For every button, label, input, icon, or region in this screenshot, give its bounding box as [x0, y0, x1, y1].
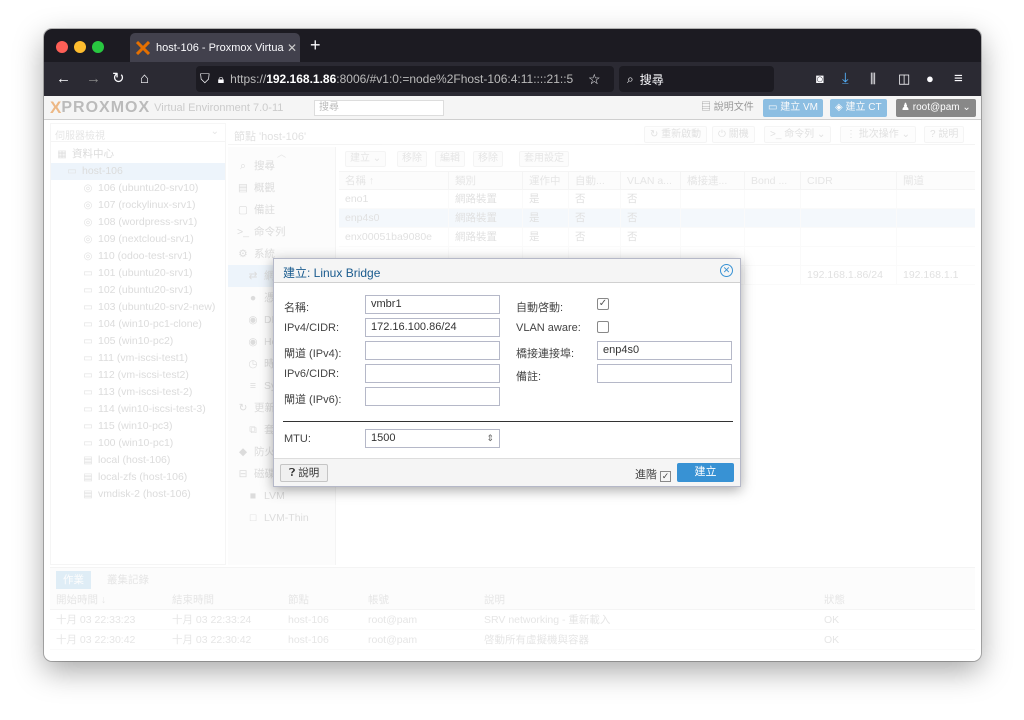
pve-search-input[interactable]: 搜尋 [314, 100, 444, 116]
reload-icon[interactable]: ↻ [112, 70, 125, 88]
gateway-ipv6-field[interactable] [365, 387, 500, 406]
user-menu-button[interactable]: ♟ root@pam ⌄ [896, 99, 976, 117]
minimize-window-button[interactable] [74, 41, 86, 53]
advanced-checkbox[interactable]: ✓ [660, 471, 671, 482]
navigation-bar: ← → ↻ ⌂ ⛉ 🔒︎ https:// 192.168.1.86 :8006… [44, 62, 981, 96]
new-tab-button[interactable]: + [310, 35, 321, 56]
dialog-help-button[interactable]: ❓︎ 說明 [280, 464, 329, 482]
advanced-label: 進階 [634, 469, 657, 481]
search-icon: ⌕ [627, 71, 634, 86]
gateway-ipv4-field[interactable] [365, 341, 500, 360]
bridge-ports-field[interactable]: enp4s0 [597, 341, 732, 360]
mtu-label: MTU: [284, 433, 311, 445]
ipv4-label: IPv4/CIDR: [284, 322, 340, 334]
name-label: 名稱: [284, 302, 310, 314]
download-icon[interactable]: ⤓ [842, 70, 849, 88]
tab-strip: host-106 - Proxmox Virtual Envi ✕ + [44, 29, 981, 62]
help-icon: ❓︎ [289, 467, 299, 479]
ipv6-cidr-field[interactable] [365, 364, 500, 383]
gateway-ipv6-label: 閘道 (IPv6): [284, 394, 342, 406]
library-icon[interactable]: ⫼ [870, 70, 876, 88]
url-path: :8006/#v1:0:=node%2Fhost-106:4:11::::21:… [336, 72, 574, 86]
name-field[interactable]: vmbr1 [365, 295, 500, 314]
docs-label: 說明文件 [713, 102, 754, 113]
advanced-separator [283, 421, 733, 422]
search-bar[interactable]: ⌕ 搜尋 [619, 66, 774, 92]
account-icon[interactable]: ● [926, 70, 934, 88]
user-label: root@pam [912, 102, 960, 113]
gateway-ipv4-label: 閘道 (IPv4): [284, 348, 342, 360]
logo-text: PROXMOX [61, 99, 151, 116]
close-window-button[interactable] [56, 41, 68, 53]
logo-x: X [50, 98, 62, 117]
vlan-aware-label: VLAN aware: [516, 322, 581, 334]
dialog-footer: ❓︎ 說明 進階 ✓ 建立 [274, 458, 740, 486]
version-label: Virtual Environment 7.0-11 [154, 102, 284, 114]
close-icon[interactable]: ✕ [720, 264, 733, 277]
autostart-checkbox[interactable]: ✓ [597, 298, 609, 310]
mtu-value: 1500 [371, 432, 396, 444]
forward-icon[interactable]: → [86, 70, 101, 88]
pve-header: X PROXMOX Virtual Environment 7.0-11 搜尋 … [44, 96, 981, 120]
spinner-icon[interactable]: ⇕ [486, 430, 494, 447]
cube-icon: ◈ [835, 102, 846, 113]
menu-icon[interactable]: ≡ [954, 70, 963, 88]
create-ct-button[interactable]: ◈ 建立 CT [830, 99, 887, 117]
book-icon: ▤ [701, 102, 714, 113]
tab-close-icon[interactable]: ✕ [284, 41, 300, 55]
lock-icon[interactable]: 🔒︎ [218, 72, 224, 87]
create-vm-label: 建立 VM [780, 102, 819, 113]
url-bar[interactable]: ⛉ 🔒︎ https:// 192.168.1.86 :8006/#v1:0:=… [196, 66, 614, 92]
chevron-down-icon: ⌄ [962, 102, 971, 113]
autostart-label: 自動啓動: [516, 302, 564, 314]
create-ct-label: 建立 CT [845, 102, 882, 113]
proxmox-logo: X PROXMOX Virtual Environment 7.0-11 [50, 98, 284, 117]
search-bar-label: 搜尋 [639, 72, 664, 87]
browser-tab[interactable]: host-106 - Proxmox Virtual Envi ✕ [130, 33, 300, 62]
proxmox-favicon-icon [136, 40, 150, 55]
create-vm-button[interactable]: ▭ 建立 VM [763, 99, 824, 117]
ipv4-cidr-field[interactable]: 172.16.100.86/24 [365, 318, 500, 337]
vlan-aware-checkbox[interactable] [597, 321, 609, 333]
url-host: 192.168.1.86 [266, 72, 337, 86]
zoom-window-button[interactable] [92, 41, 104, 53]
create-button[interactable]: 建立 [677, 463, 734, 482]
tab-title: host-106 - Proxmox Virtual Envi [156, 41, 284, 54]
browser-window: host-106 - Proxmox Virtual Envi ✕ + ← → … [44, 29, 981, 661]
url-prefix: https:// [230, 72, 267, 86]
pocket-icon[interactable]: ◙ [816, 70, 824, 88]
comment-label: 備註: [516, 371, 542, 383]
docs-button[interactable]: ▤ 說明文件 [696, 99, 759, 117]
dialog-title: 建立: Linux Bridge [283, 266, 381, 280]
dialog-header: 建立: Linux Bridge ✕ [274, 259, 740, 283]
back-icon[interactable]: ← [56, 70, 71, 88]
user-icon: ♟ [901, 102, 913, 113]
sidebar-icon[interactable]: ◫ [898, 70, 910, 88]
ipv6-label: IPv6/CIDR: [284, 368, 340, 380]
linux-bridge-dialog: 建立: Linux Bridge ✕ 名稱: vmbr1 IPv4/CIDR: … [273, 258, 741, 487]
mtu-stepper[interactable]: 1500 ⇕ [365, 429, 500, 448]
bridge-ports-label: 橋接連接埠: [516, 348, 575, 360]
comment-field[interactable] [597, 364, 732, 383]
monitor-icon: ▭ [768, 102, 781, 113]
home-icon[interactable]: ⌂ [140, 70, 149, 88]
advanced-toggle[interactable]: 進階 ✓ [635, 466, 671, 482]
shield-icon[interactable]: ⛉ [200, 71, 210, 87]
bookmark-star-icon[interactable]: ☆ [588, 70, 601, 88]
dialog-help-label: 說明 [298, 467, 320, 479]
